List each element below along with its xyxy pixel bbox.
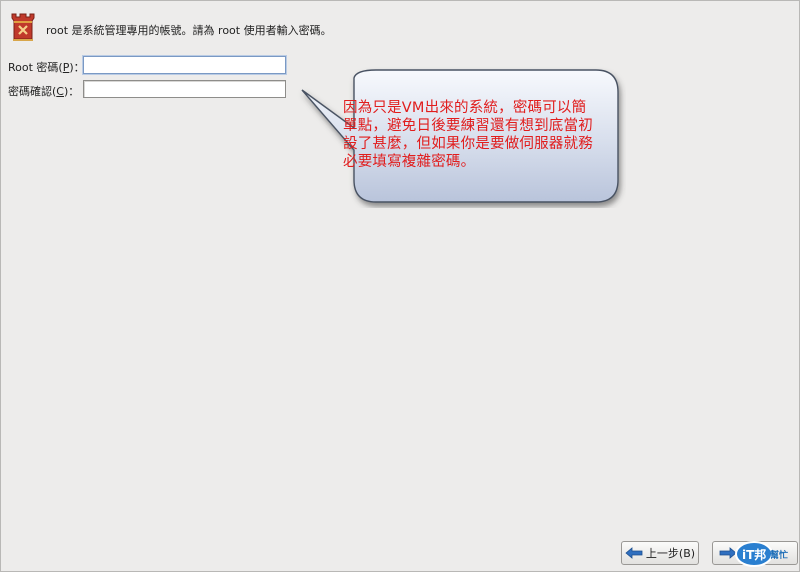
- watermark-label: 幫忙: [770, 551, 789, 561]
- watermark-logo-text: iT邦: [742, 547, 766, 562]
- arrow-left-icon: [625, 547, 643, 559]
- root-password-input[interactable]: [83, 56, 286, 74]
- callout-note: 因為只是VM出來的系統，密碼可以簡單點，避免日後要練習還有想到底當初設了甚麼，但…: [343, 100, 593, 170]
- confirm-password-input[interactable]: [83, 80, 286, 98]
- header-description: root 是系統管理專用的帳號。請為 root 使用者輸入密碼。: [46, 24, 332, 37]
- castle-tower-icon: [11, 13, 35, 41]
- back-button[interactable]: 上一步(B): [621, 541, 699, 565]
- root-password-label: Root 密碼(P)：: [8, 61, 85, 74]
- confirm-password-label: 密碼確認(C)：: [8, 85, 80, 98]
- back-button-label: 上一步(B): [645, 547, 696, 560]
